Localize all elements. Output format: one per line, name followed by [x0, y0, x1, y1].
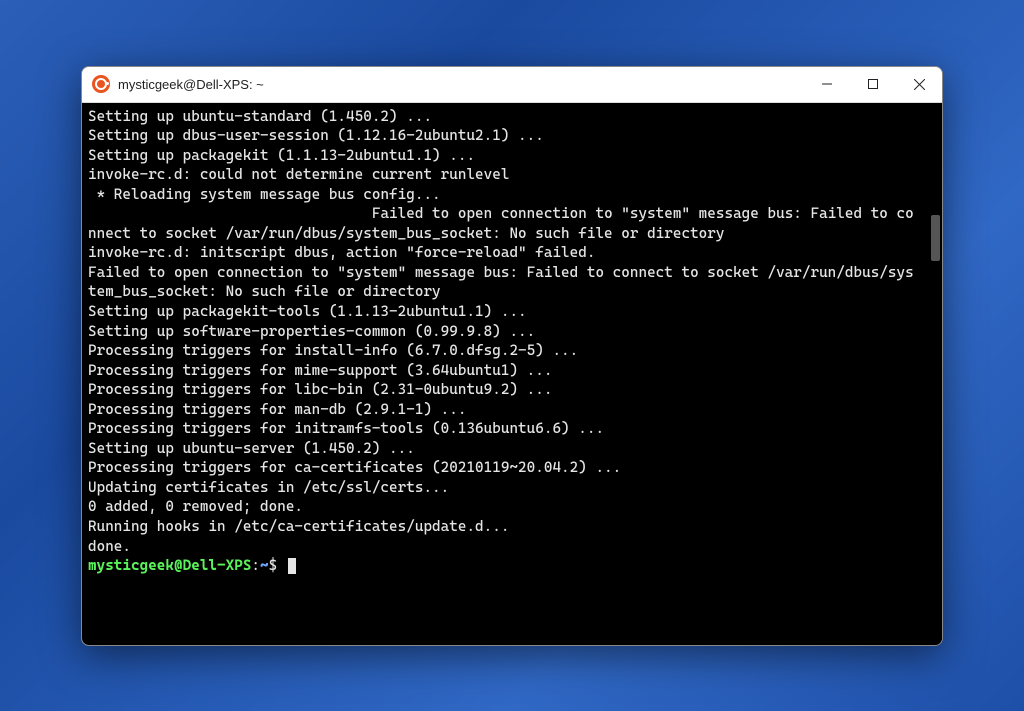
title-left: mysticgeek@Dell-XPS: ~ — [92, 75, 264, 93]
ubuntu-icon — [92, 75, 110, 93]
terminal-line: Processing triggers for libc-bin (2.31-0… — [88, 380, 922, 400]
terminal-line: * Reloading system message bus config... — [88, 185, 922, 205]
prompt-separator: : — [251, 557, 260, 574]
close-button[interactable] — [896, 67, 942, 102]
terminal-line: Setting up dbus-user-session (1.12.16-2u… — [88, 126, 922, 146]
terminal-prompt[interactable]: mysticgeek@Dell-XPS:~$ — [88, 556, 922, 576]
terminal-line: Setting up packagekit (1.1.13-2ubuntu1.1… — [88, 146, 922, 166]
minimize-button[interactable] — [804, 67, 850, 102]
scrollbar[interactable] — [928, 103, 942, 645]
maximize-icon — [868, 79, 878, 89]
terminal-cursor — [288, 558, 296, 574]
terminal-line: Setting up ubuntu-server (1.450.2) ... — [88, 439, 922, 459]
titlebar: mysticgeek@Dell-XPS: ~ — [82, 67, 942, 103]
scrollbar-thumb[interactable] — [931, 215, 940, 261]
window-title: mysticgeek@Dell-XPS: ~ — [118, 77, 264, 92]
window-controls — [804, 67, 942, 102]
terminal-line: done. — [88, 537, 922, 557]
terminal-line: Updating certificates in /etc/ssl/certs.… — [88, 478, 922, 498]
terminal-line: Failed to open connection to "system" me… — [88, 263, 922, 302]
terminal-line: Setting up ubuntu-standard (1.450.2) ... — [88, 107, 922, 127]
terminal-line: Running hooks in /etc/ca-certificates/up… — [88, 517, 922, 537]
terminal-line: Processing triggers for mime-support (3.… — [88, 361, 922, 381]
maximize-button[interactable] — [850, 67, 896, 102]
minimize-icon — [822, 79, 832, 89]
close-icon — [914, 79, 925, 90]
terminal-line: Failed to open connection to "system" me… — [88, 204, 922, 243]
terminal-line: Processing triggers for initramfs-tools … — [88, 419, 922, 439]
prompt-user-host: mysticgeek@Dell-XPS — [88, 557, 251, 574]
terminal-line: Processing triggers for man-db (2.9.1-1)… — [88, 400, 922, 420]
terminal-line: Setting up software-properties-common (0… — [88, 322, 922, 342]
terminal-line: Setting up packagekit-tools (1.1.13-2ubu… — [88, 302, 922, 322]
terminal-line: Processing triggers for install-info (6.… — [88, 341, 922, 361]
prompt-path: ~ — [260, 557, 269, 574]
terminal-area: Setting up ubuntu-standard (1.450.2) ...… — [82, 103, 942, 645]
terminal-line: invoke-rc.d: could not determine current… — [88, 165, 922, 185]
terminal-output[interactable]: Setting up ubuntu-standard (1.450.2) ...… — [82, 103, 928, 645]
terminal-line: Processing triggers for ca-certificates … — [88, 458, 922, 478]
terminal-window: mysticgeek@Dell-XPS: ~ Setting up ubuntu… — [81, 66, 943, 646]
terminal-line: invoke-rc.d: initscript dbus, action "fo… — [88, 243, 922, 263]
terminal-line: 0 added, 0 removed; done. — [88, 497, 922, 517]
prompt-symbol: $ — [269, 557, 278, 574]
